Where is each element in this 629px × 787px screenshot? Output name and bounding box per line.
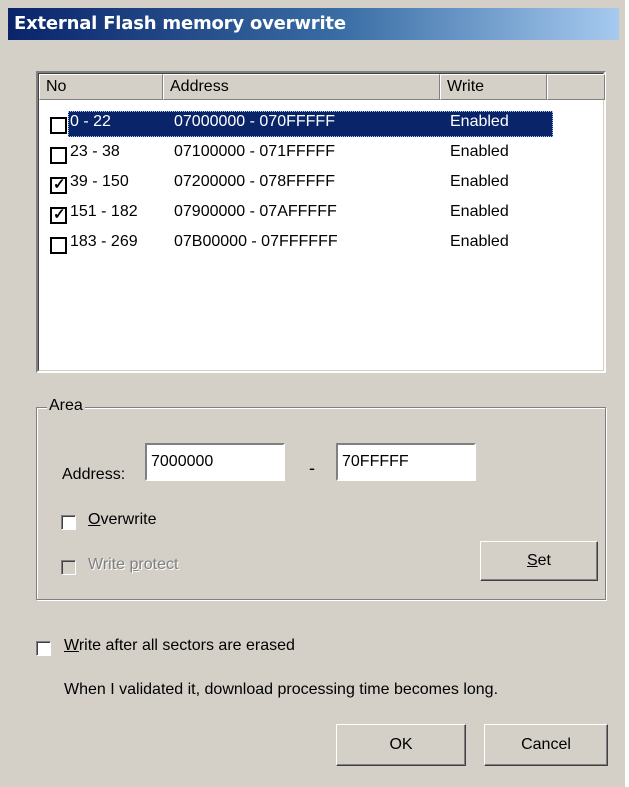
write-after-erase-label[interactable]: Write after all sectors are erased (64, 637, 295, 655)
list-item[interactable]: ✓ 39 - 150 07200000 - 078FFFFF Enabled (46, 171, 553, 200)
overwrite-checkbox[interactable] (61, 515, 76, 530)
row-write: Enabled (450, 173, 509, 190)
ok-button[interactable]: OK (336, 724, 466, 766)
list-item[interactable]: ✓ 151 - 182 07900000 - 07AFFFFF Enabled (46, 201, 553, 230)
checkmark-icon: ✓ (53, 176, 66, 193)
end-address-input[interactable] (336, 443, 476, 481)
row-write: Enabled (450, 113, 509, 130)
list-item[interactable]: 0 - 22 07000000 - 070FFFFF Enabled (46, 111, 553, 140)
column-header-filler (547, 74, 605, 100)
address-label: Address: (62, 466, 126, 483)
row-address: 07100000 - 071FFFFF (174, 143, 335, 160)
set-button[interactable]: Set (480, 541, 598, 581)
list-header: No Address Write (39, 74, 605, 100)
row-no: 183 - 269 (70, 233, 138, 250)
dialog-window: External Flash memory overwrite No Addre… (0, 0, 627, 787)
window-title: External Flash memory overwrite (14, 13, 346, 34)
row-address: 07900000 - 07AFFFFF (174, 203, 337, 220)
overwrite-label[interactable]: Overwrite (88, 511, 156, 529)
address-separator: - (309, 458, 315, 478)
row-checkbox[interactable] (50, 237, 67, 254)
write-protect-label: Write protect (88, 556, 179, 573)
column-header-no[interactable]: No (39, 74, 163, 100)
column-header-address[interactable]: Address (163, 74, 440, 100)
start-address-input[interactable] (145, 443, 285, 481)
row-checkbox[interactable]: ✓ (50, 176, 67, 194)
row-no: 0 - 22 (70, 113, 111, 130)
area-legend: Area (47, 397, 85, 415)
row-checkbox[interactable] (50, 147, 67, 164)
title-bar[interactable]: External Flash memory overwrite (8, 8, 619, 40)
row-no: 23 - 38 (70, 143, 120, 160)
write-after-erase-checkbox[interactable] (36, 641, 51, 656)
row-write: Enabled (450, 203, 509, 220)
list-item[interactable]: 183 - 269 07B00000 - 07FFFFFF Enabled (46, 231, 553, 260)
row-write: Enabled (450, 143, 509, 160)
write-protect-checkbox[interactable] (61, 560, 76, 575)
sector-list[interactable]: No Address Write 0 - 22 07000000 - 070FFF… (36, 71, 606, 373)
row-no: 39 - 150 (70, 173, 129, 190)
row-address: 07B00000 - 07FFFFFF (174, 233, 338, 250)
row-checkbox[interactable] (50, 117, 67, 134)
note-text: When I validated it, download processing… (64, 681, 499, 698)
row-address: 07200000 - 078FFFFF (174, 173, 335, 190)
row-address: 07000000 - 070FFFFF (174, 113, 335, 130)
row-write: Enabled (450, 233, 509, 250)
cancel-button[interactable]: Cancel (484, 724, 608, 766)
checkmark-icon: ✓ (53, 206, 66, 223)
row-checkbox[interactable]: ✓ (50, 206, 67, 224)
column-header-write[interactable]: Write (440, 74, 547, 100)
list-item[interactable]: 23 - 38 07100000 - 071FFFFF Enabled (46, 141, 553, 170)
row-no: 151 - 182 (70, 203, 138, 220)
